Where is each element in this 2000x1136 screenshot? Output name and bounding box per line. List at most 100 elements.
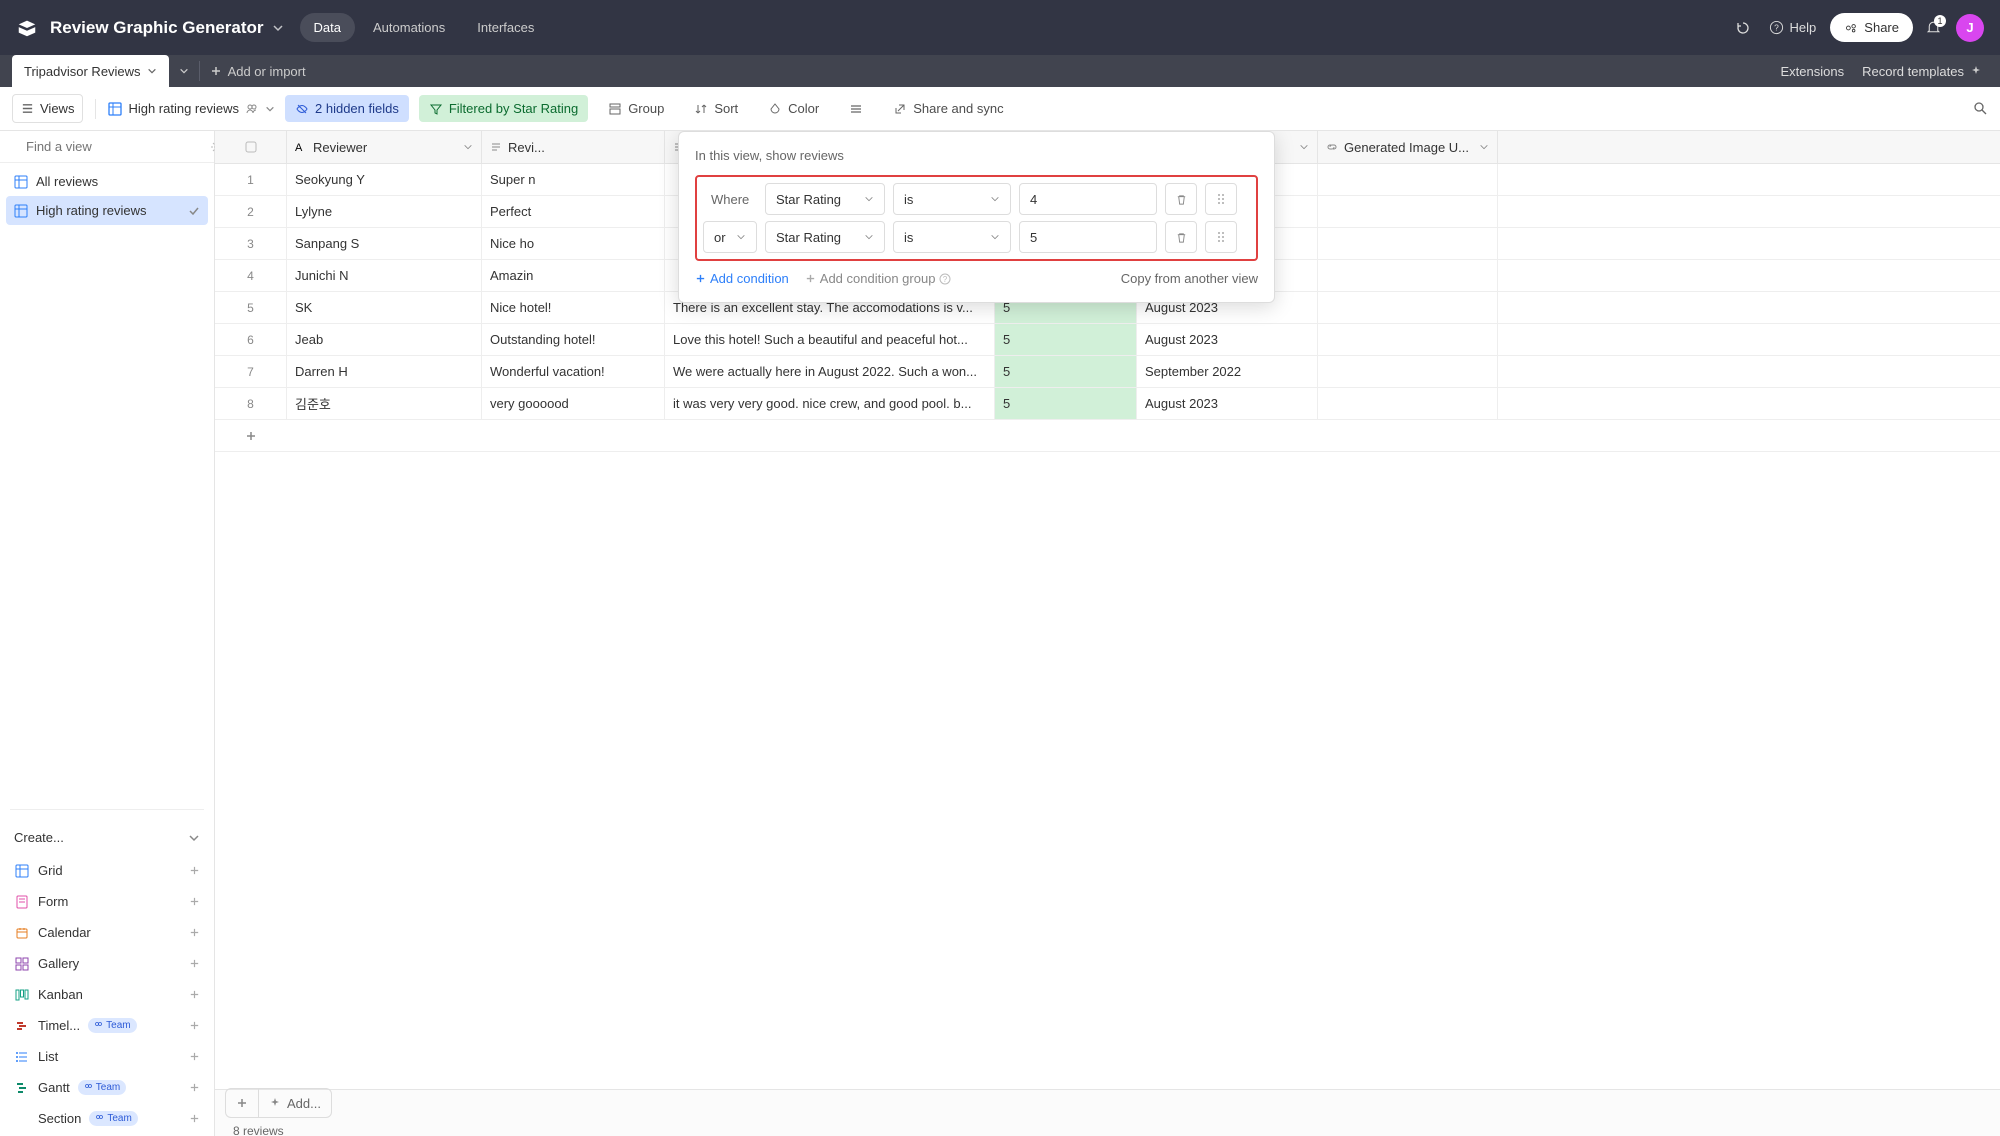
create-view-grid[interactable]: Grid <box>10 855 204 886</box>
cell-generated-image[interactable] <box>1318 228 1498 259</box>
cell-date-of-stay[interactable]: August 2023 <box>1137 388 1318 419</box>
cell-review[interactable]: We were actually here in August 2022. Su… <box>665 356 995 387</box>
plus-icon[interactable] <box>189 989 200 1000</box>
cell-reviewer[interactable]: Sanpang S <box>287 228 482 259</box>
color-button[interactable]: Color <box>758 95 829 122</box>
share-button[interactable]: Share <box>1830 13 1913 42</box>
cell-generated-image[interactable] <box>1318 388 1498 419</box>
cell-reviewer[interactable]: SK <box>287 292 482 323</box>
views-button[interactable]: Views <box>12 94 83 123</box>
add-row[interactable] <box>215 420 2000 452</box>
create-view-kanban[interactable]: Kanban <box>10 979 204 1010</box>
plus-icon[interactable] <box>189 1051 200 1062</box>
condition-operator-select[interactable]: is <box>893 221 1011 253</box>
record-templates-button[interactable]: Record templates <box>1862 64 1982 79</box>
cell-review-title[interactable]: Nice hotel! <box>482 292 665 323</box>
plus-icon[interactable] <box>189 1113 200 1124</box>
help-button[interactable]: ? Help <box>1769 20 1817 35</box>
cell-reviewer[interactable]: Junichi N <box>287 260 482 291</box>
group-button[interactable]: Group <box>598 95 674 122</box>
plus-icon[interactable] <box>189 865 200 876</box>
condition-operator-select[interactable]: is <box>893 183 1011 215</box>
chevron-down-icon[interactable] <box>1299 142 1309 152</box>
hidden-fields-button[interactable]: 2 hidden fields <box>285 95 409 122</box>
cell-reviewer[interactable]: Darren H <box>287 356 482 387</box>
cell-review-title[interactable]: Perfect <box>482 196 665 227</box>
create-view-form[interactable]: Form <box>10 886 204 917</box>
cell-reviewer[interactable]: Jeab <box>287 324 482 355</box>
cell-reviewer[interactable]: 김준호 <box>287 388 482 419</box>
condition-field-select[interactable]: Star Rating <box>765 221 885 253</box>
create-view-gantt[interactable]: GanttTeam <box>10 1072 204 1103</box>
condition-conj-select[interactable]: or <box>703 221 757 253</box>
cell-star-rating[interactable]: 5 <box>995 356 1137 387</box>
drag-condition-handle[interactable] <box>1205 221 1237 253</box>
cell-generated-image[interactable] <box>1318 260 1498 291</box>
cell-review-title[interactable]: Super n <box>482 164 665 195</box>
column-generated-image[interactable]: Generated Image U... <box>1318 131 1498 163</box>
add-record-button[interactable] <box>225 1088 258 1118</box>
search-records-button[interactable] <box>1973 101 1988 116</box>
cell-generated-image[interactable] <box>1318 164 1498 195</box>
cell-review-title[interactable]: Amazin <box>482 260 665 291</box>
plus-icon[interactable] <box>189 1082 200 1093</box>
plus-icon[interactable] <box>189 958 200 969</box>
select-all-cell[interactable] <box>215 131 287 163</box>
tables-dropdown[interactable] <box>169 55 199 87</box>
cell-date-of-stay[interactable]: September 2022 <box>1137 356 1318 387</box>
table-row[interactable]: 8김준호very gooooodit was very very good. n… <box>215 388 2000 420</box>
create-section-header[interactable]: Create... <box>0 822 214 853</box>
cell-review[interactable]: Love this hotel! Such a beautiful and pe… <box>665 324 995 355</box>
plus-icon[interactable] <box>189 927 200 938</box>
table-row[interactable]: 6JeabOutstanding hotel!Love this hotel! … <box>215 324 2000 356</box>
delete-condition-button[interactable] <box>1165 221 1197 253</box>
sort-button[interactable]: Sort <box>684 95 748 122</box>
delete-condition-button[interactable] <box>1165 183 1197 215</box>
sidebar-view-all-reviews[interactable]: All reviews <box>6 167 208 196</box>
create-view-list[interactable]: List <box>10 1041 204 1072</box>
add-condition-group-button[interactable]: Add condition group ? <box>805 271 952 286</box>
create-view-section[interactable]: SectionTeam <box>10 1103 204 1134</box>
history-icon[interactable] <box>1735 20 1751 36</box>
column-review-title[interactable]: Revi... <box>482 131 665 163</box>
nav-interfaces[interactable]: Interfaces <box>463 13 548 42</box>
app-title[interactable]: Review Graphic Generator <box>50 18 264 38</box>
cell-generated-image[interactable] <box>1318 324 1498 355</box>
row-height-button[interactable] <box>839 96 873 122</box>
cell-review-title[interactable]: very goooood <box>482 388 665 419</box>
find-view-input[interactable] <box>26 139 202 154</box>
current-view-name[interactable]: High rating reviews <box>108 101 275 116</box>
nav-automations[interactable]: Automations <box>359 13 459 42</box>
cell-review-title[interactable]: Wonderful vacation! <box>482 356 665 387</box>
cell-review-title[interactable]: Outstanding hotel! <box>482 324 665 355</box>
cell-star-rating[interactable]: 5 <box>995 388 1137 419</box>
add-condition-button[interactable]: Add condition <box>695 271 789 286</box>
column-reviewer[interactable]: A Reviewer <box>287 131 482 163</box>
cell-generated-image[interactable] <box>1318 196 1498 227</box>
cell-review[interactable]: it was very very good. nice crew, and go… <box>665 388 995 419</box>
create-view-gallery[interactable]: Gallery <box>10 948 204 979</box>
cell-generated-image[interactable] <box>1318 292 1498 323</box>
copy-from-view-button[interactable]: Copy from another view <box>1121 271 1258 286</box>
table-row[interactable]: 7Darren HWonderful vacation!We were actu… <box>215 356 2000 388</box>
share-sync-button[interactable]: Share and sync <box>883 95 1013 122</box>
cell-date-of-stay[interactable]: August 2023 <box>1137 324 1318 355</box>
drag-condition-handle[interactable] <box>1205 183 1237 215</box>
extensions-button[interactable]: Extensions <box>1781 64 1845 79</box>
cell-reviewer[interactable]: Lylyne <box>287 196 482 227</box>
condition-field-select[interactable]: Star Rating <box>765 183 885 215</box>
notifications-button[interactable]: 1 <box>1925 19 1942 36</box>
add-import-button[interactable]: Add or import <box>200 55 316 87</box>
condition-value-input[interactable]: 5 <box>1019 221 1157 253</box>
nav-data[interactable]: Data <box>300 13 355 42</box>
chevron-down-icon[interactable] <box>1479 142 1489 152</box>
cell-generated-image[interactable] <box>1318 356 1498 387</box>
filter-button[interactable]: Filtered by Star Rating <box>419 95 588 122</box>
chevron-down-icon[interactable] <box>463 142 473 152</box>
cell-reviewer[interactable]: Seokyung Y <box>287 164 482 195</box>
sidebar-view-high-rating[interactable]: High rating reviews <box>6 196 208 225</box>
cell-review-title[interactable]: Nice ho <box>482 228 665 259</box>
table-tab-active[interactable]: Tripadvisor Reviews <box>12 55 169 87</box>
add-record-dropdown[interactable]: Add... <box>258 1088 332 1118</box>
condition-value-input[interactable]: 4 <box>1019 183 1157 215</box>
